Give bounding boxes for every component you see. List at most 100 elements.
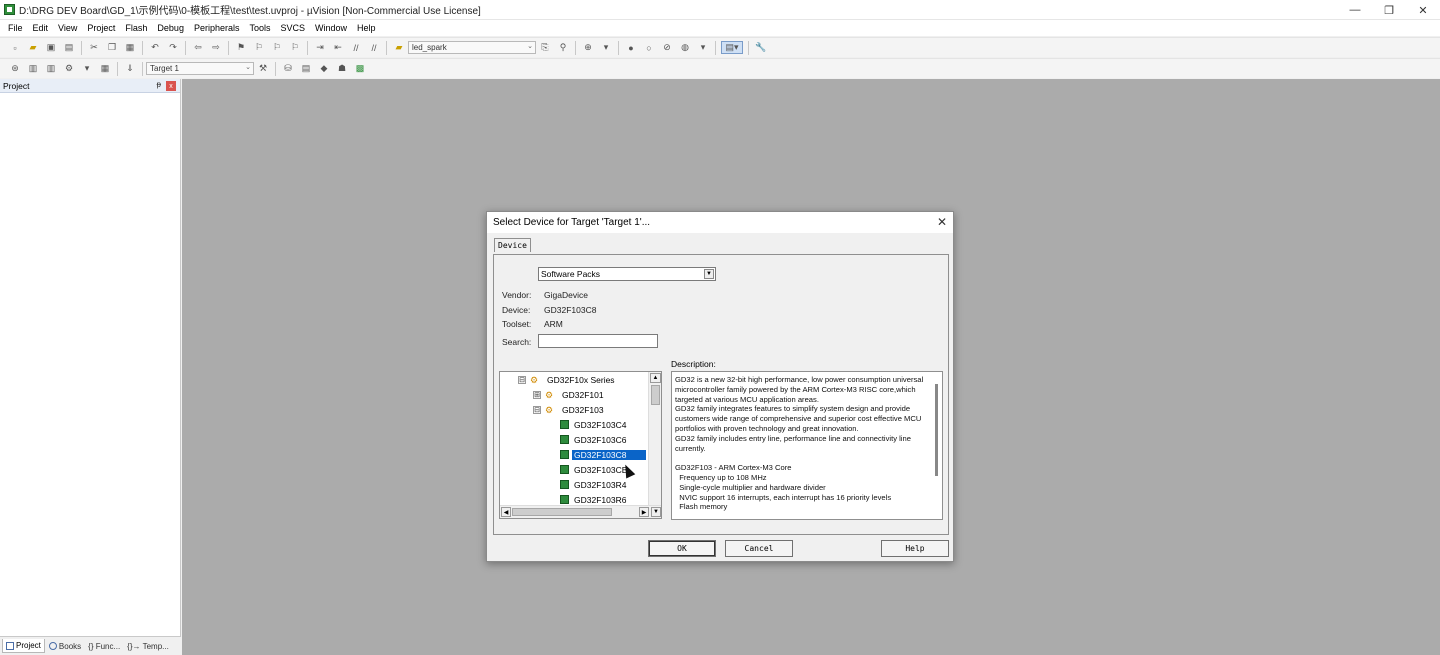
breakpoint-disable-icon[interactable]: ○ <box>642 41 656 54</box>
collapse-icon[interactable]: ⊟ <box>533 405 541 414</box>
ok-button[interactable]: OK <box>648 540 716 557</box>
tree-vertical-scrollbar[interactable]: ▲ <box>648 372 661 506</box>
find-combo[interactable]: led_spark ⌄ <box>408 41 536 54</box>
bookmark-next-icon[interactable]: ⚐ <box>270 41 284 54</box>
bookmark-clear-icon[interactable]: ⚐ <box>288 41 302 54</box>
stop-build-icon[interactable]: ▦ <box>98 62 112 75</box>
close-window-button[interactable]: ✕ <box>1406 0 1440 20</box>
tree-node-family[interactable]: ⊞ ⚙ GD32F101 <box>533 388 606 401</box>
restore-button[interactable]: ❐ <box>1372 0 1406 20</box>
help-button[interactable]: Help <box>881 540 949 557</box>
file-extensions-icon[interactable]: ⛁ <box>281 62 295 75</box>
dropdown-icon[interactable]: ▾ <box>80 62 94 75</box>
scroll-up-icon[interactable]: ▲ <box>650 373 661 383</box>
tab-project[interactable]: Project <box>2 639 45 653</box>
pin-icon[interactable]: ᵽ <box>157 80 161 89</box>
tree-node-device[interactable]: GD32F103CB <box>560 463 629 476</box>
close-icon[interactable]: ✕ <box>937 215 947 229</box>
debug-session-icon[interactable]: ⊕ <box>581 41 595 54</box>
target-options-icon[interactable]: ⚒ <box>256 62 270 75</box>
menu-bar: File Edit View Project Flash Debug Perip… <box>0 20 1440 36</box>
minimize-button[interactable]: — <box>1338 0 1372 20</box>
menu-peripherals[interactable]: Peripherals <box>189 23 245 33</box>
pack-installer-icon[interactable]: ☗ <box>335 62 349 75</box>
cancel-button[interactable]: Cancel <box>725 540 793 557</box>
translate-icon[interactable]: ⊛ <box>8 62 22 75</box>
tab-books[interactable]: Books <box>46 640 84 653</box>
bookmark-icon[interactable]: ⚑ <box>234 41 248 54</box>
paste-icon[interactable]: ▦ <box>123 41 137 54</box>
breakpoint-kill-icon[interactable]: ◍ <box>678 41 692 54</box>
menu-file[interactable]: File <box>3 23 28 33</box>
separator <box>748 40 749 55</box>
breakpoint-icon[interactable]: ● <box>624 41 638 54</box>
dropdown-icon[interactable]: ▾ <box>599 41 613 54</box>
tree-node-family[interactable]: ⊟ ⚙ GD32F103 <box>533 403 606 416</box>
download-icon[interactable]: ⇓ <box>123 62 137 75</box>
device-label: Device: <box>502 305 531 315</box>
run-time-env-icon[interactable]: ▩ <box>353 62 367 75</box>
find-icon[interactable]: ⎘ <box>538 41 552 54</box>
dropdown-icon[interactable]: ▾ <box>696 41 710 54</box>
tree-horizontal-scrollbar[interactable]: ◀ ▶ ▼ <box>500 505 661 518</box>
menu-project[interactable]: Project <box>82 23 120 33</box>
uncomment-icon[interactable]: // <box>367 41 381 54</box>
rebuild-icon[interactable]: ▥ <box>44 62 58 75</box>
menu-tools[interactable]: Tools <box>244 23 275 33</box>
save-icon[interactable]: ▣ <box>44 41 58 54</box>
indent-icon[interactable]: ⇥ <box>313 41 327 54</box>
redo-icon[interactable]: ↷ <box>166 41 180 54</box>
comment-icon[interactable]: // <box>349 41 363 54</box>
find-in-files-icon[interactable]: ▰ <box>392 41 406 54</box>
scroll-right-icon[interactable]: ▶ <box>639 507 649 517</box>
copy-icon[interactable]: ❐ <box>105 41 119 54</box>
select-packs-icon[interactable]: ◆ <box>317 62 331 75</box>
cut-icon[interactable]: ✂ <box>87 41 101 54</box>
breakpoint-disable-all-icon[interactable]: ⊘ <box>660 41 674 54</box>
menu-help[interactable]: Help <box>352 23 381 33</box>
description-scrollbar[interactable] <box>933 372 942 519</box>
file-toolbar: ▫ ▰ ▣ ▤ ✂ ❐ ▦ ↶ ↷ ⇦ ⇨ ⚑ ⚐ ⚐ ⚐ ⇥ ⇤ // // … <box>0 37 1440 57</box>
close-icon[interactable]: x <box>166 81 176 91</box>
scroll-thumb[interactable] <box>651 385 660 405</box>
search-input[interactable] <box>538 334 658 348</box>
scroll-thumb[interactable] <box>512 508 612 516</box>
tree-node-device[interactable]: GD32F103R4 <box>560 478 628 491</box>
bookmark-prev-icon[interactable]: ⚐ <box>252 41 266 54</box>
menu-window[interactable]: Window <box>310 23 352 33</box>
open-file-icon[interactable]: ▰ <box>26 41 40 54</box>
build-icon[interactable]: ▥ <box>26 62 40 75</box>
menu-debug[interactable]: Debug <box>152 23 189 33</box>
nav-back-icon[interactable]: ⇦ <box>191 41 205 54</box>
window-controls: — ❐ ✕ <box>1338 0 1440 20</box>
new-file-icon[interactable]: ▫ <box>8 41 22 54</box>
window-layout-icon[interactable]: ▤▾ <box>721 41 743 54</box>
tab-device[interactable]: Device <box>494 238 531 252</box>
expand-icon[interactable]: ⊞ <box>533 390 541 399</box>
menu-edit[interactable]: Edit <box>28 23 54 33</box>
vendor-label: Vendor: <box>502 290 532 300</box>
configure-icon[interactable]: 🔧 <box>754 41 768 54</box>
tree-node-device[interactable]: GD32F103C6 <box>560 433 628 446</box>
menu-flash[interactable]: Flash <box>120 23 152 33</box>
menu-view[interactable]: View <box>53 23 82 33</box>
undo-icon[interactable]: ↶ <box>148 41 162 54</box>
scroll-thumb[interactable] <box>935 384 938 476</box>
source-select[interactable]: Software Packs ▼ <box>538 267 716 281</box>
target-select[interactable]: Target 1 ⌄ <box>146 62 254 75</box>
tree-node-series[interactable]: ⊟ ⚙ GD32F10x Series <box>518 373 617 386</box>
collapse-icon[interactable]: ⊟ <box>518 375 526 384</box>
scroll-left-icon[interactable]: ◀ <box>501 507 511 517</box>
tab-templates[interactable]: {}→ Temp... <box>124 640 172 653</box>
save-all-icon[interactable]: ▤ <box>62 41 76 54</box>
nav-forward-icon[interactable]: ⇨ <box>209 41 223 54</box>
menu-svcs[interactable]: SVCS <box>276 23 311 33</box>
manage-components-icon[interactable]: ▤ <box>299 62 313 75</box>
tab-functions[interactable]: {} Func... <box>85 640 123 653</box>
batch-build-icon[interactable]: ⚙ <box>62 62 76 75</box>
unindent-icon[interactable]: ⇤ <box>331 41 345 54</box>
incremental-find-icon[interactable]: ⚲ <box>556 41 570 54</box>
scroll-down-icon[interactable]: ▼ <box>651 507 661 517</box>
tree-node-device[interactable]: GD32F103C4 <box>560 418 628 431</box>
tree-node-device-selected[interactable]: GD32F103C8 <box>560 448 646 461</box>
